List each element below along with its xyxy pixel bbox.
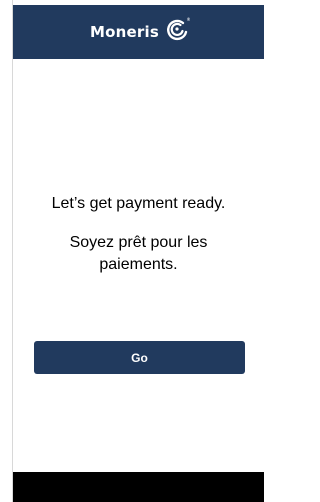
go-button[interactable]: Go bbox=[34, 341, 245, 374]
headline-text: Let’s get payment ready. bbox=[51, 195, 226, 212]
footer-bar bbox=[13, 472, 264, 502]
brand-logo: Moneris ® bbox=[90, 17, 191, 44]
moneris-swirl-icon: ® bbox=[167, 17, 190, 40]
payment-ready-screen: Moneris ® Let’s get payment ready. Soyez… bbox=[0, 0, 264, 502]
svg-text:®: ® bbox=[186, 17, 190, 22]
main-content: Let’s get payment ready. Soyez prêt pour… bbox=[13, 59, 264, 472]
brand-name: Moneris bbox=[90, 23, 159, 41]
header-bar: Moneris ® bbox=[13, 5, 264, 59]
subline-text: Soyez prêt pour les paiements. bbox=[69, 234, 208, 273]
